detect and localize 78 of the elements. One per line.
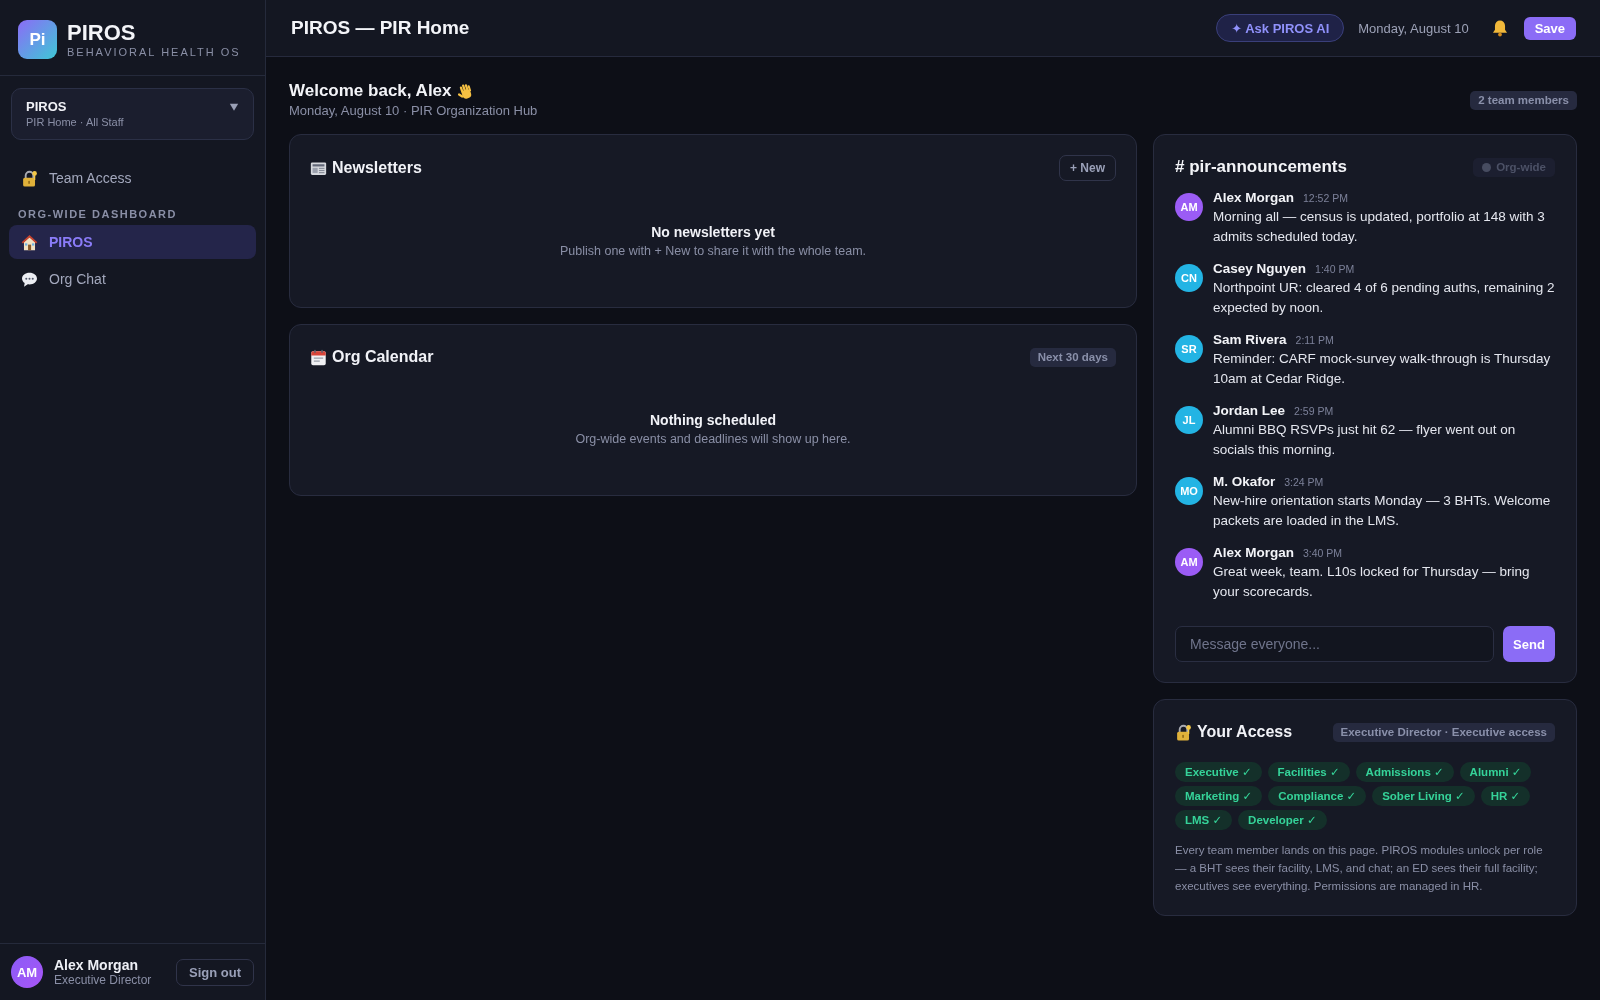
avatar: AM: [1175, 548, 1203, 576]
message-text: Morning all — census is updated, portfolio at 148 with 3 admits scheduled today.: [1213, 208, 1546, 246]
speech-bubble-icon: [21, 270, 38, 288]
message-text: Reminder: CARF mock-survey walk-through is Thursday 10am at Cedar Ridge.: [1213, 350, 1552, 388]
module-access-tag: HR ✓: [1480, 786, 1531, 806]
module-access-tag: Sober Living ✓: [1372, 786, 1475, 806]
date-text: Monday, August 10: [1358, 20, 1469, 36]
status-dot-icon: [1482, 162, 1492, 172]
empty-state-title: Nothing scheduled: [649, 411, 777, 430]
team-count-badge: 2 team members: [1470, 90, 1577, 110]
send-button[interactable]: Send: [1503, 626, 1555, 662]
notifications-icon[interactable]: [1490, 19, 1509, 37]
save-button[interactable]: Save: [1523, 16, 1576, 40]
message-author: Alex Morgan: [1213, 189, 1294, 207]
avatar: JL: [1175, 406, 1203, 434]
module-access-tag: Facilities ✓: [1267, 762, 1350, 782]
org-scope: PIR Home · All Staff: [26, 115, 124, 130]
avatar: SR: [1175, 335, 1203, 363]
message-text: Northpoint UR: cleared 4 of 6 pending auths, remaining 2 expected by noon.: [1213, 279, 1555, 317]
calendar-icon: [310, 348, 327, 366]
message-time: 3:40 PM: [1303, 546, 1343, 561]
nav-item[interactable]: PIROS: [9, 225, 256, 259]
module-access-tag: Executive ✓: [1175, 762, 1262, 782]
new-newsletter-button[interactable]: + New: [1059, 155, 1116, 181]
message-time: 12:52 PM: [1303, 191, 1348, 206]
padlock-key-icon: [1175, 723, 1192, 741]
nav-item[interactable]: Team Access: [9, 161, 256, 195]
module-access-tag: Developer ✓: [1238, 810, 1327, 830]
user-name: Alex Morgan: [54, 957, 139, 973]
sign-out-button[interactable]: Sign out: [176, 958, 254, 986]
card-title: Your Access: [1197, 723, 1293, 741]
card-title: Newsletters: [332, 159, 422, 177]
message-text: Alumni BBQ RSVPs just hit 62 — flyer went out on socials this morning.: [1213, 421, 1517, 459]
message-text: New-hire orientation starts Monday — 3 BHTs. Welcome packets are loaded in the LMS.: [1213, 492, 1552, 530]
module-access-tag: Marketing ✓: [1175, 786, 1263, 806]
avatar: MO: [1175, 477, 1203, 505]
org-name: PIROS: [26, 99, 68, 115]
message-author: Sam Rivera: [1213, 331, 1287, 349]
message-author: Alex Morgan: [1213, 544, 1294, 562]
message-time: 2:59 PM: [1294, 404, 1334, 419]
welcome-title: Welcome back, Alex: [289, 80, 452, 102]
message-input[interactable]: Message everyone...: [1175, 626, 1494, 662]
house-icon: [21, 233, 38, 251]
ask-ai-button[interactable]: ✦ Ask PIROS AI: [1216, 14, 1345, 42]
message-author: Casey Nguyen: [1213, 260, 1307, 278]
module-access-tag: LMS ✓: [1175, 810, 1233, 830]
empty-state-text: Org-wide events and deadlines will show up here.: [574, 431, 852, 448]
message-time: 1:40 PM: [1315, 262, 1355, 277]
date-range-badge: Next 30 days: [1029, 347, 1116, 367]
nav-item[interactable]: Org Chat: [9, 262, 256, 296]
module-access-tag: Compliance ✓: [1268, 786, 1367, 806]
section-heading: ORG-WIDE DASHBOARD: [17, 207, 178, 221]
app-name: PIROS: [67, 20, 137, 45]
module-access-tag: Admissions ✓: [1355, 762, 1454, 782]
avatar: AM: [11, 956, 43, 988]
app-logo: Pi: [18, 20, 57, 59]
avatar: AM: [1175, 193, 1203, 221]
welcome-subtitle: Monday, August 10 · PIR Organization Hub: [289, 102, 538, 120]
empty-state-title: No newsletters yet: [650, 223, 776, 242]
message-author: Jordan Lee: [1213, 402, 1286, 420]
message-author: M. Okafor: [1213, 473, 1276, 491]
padlock-key-icon: [21, 169, 38, 187]
empty-state-text: Publish one with + New to share it with the whole team.: [558, 243, 868, 260]
page-title: PIROS — PIR Home: [291, 17, 470, 39]
card-title: Org Calendar: [332, 348, 434, 366]
message-text: Great week, team. L10s locked for Thursday — bring your scorecards.: [1213, 563, 1531, 601]
access-note: Every team member lands on this page. PIROS modules unlock per role — a BHT sees their facility, LMS, and chat; an ED sees their full facility; executives see everything. Permissions are managed in HR.: [1175, 843, 1544, 894]
module-access-tag: Alumni ✓: [1459, 762, 1532, 782]
role-badge: Executive Director · Executive access: [1332, 722, 1555, 742]
app-tagline: BEHAVIORAL HEALTH OS: [67, 44, 241, 59]
channel-title: # pir-announcements: [1175, 157, 1347, 177]
avatar: CN: [1175, 264, 1203, 292]
user-role: Executive Director: [54, 973, 152, 987]
message-time: 2:11 PM: [1295, 333, 1334, 348]
message-time: 3:24 PM: [1284, 475, 1324, 490]
waving-hand-icon: [456, 82, 474, 100]
caret-icon: [229, 102, 239, 112]
org-switcher[interactable]: PIROS PIR Home · All Staff: [11, 88, 254, 140]
